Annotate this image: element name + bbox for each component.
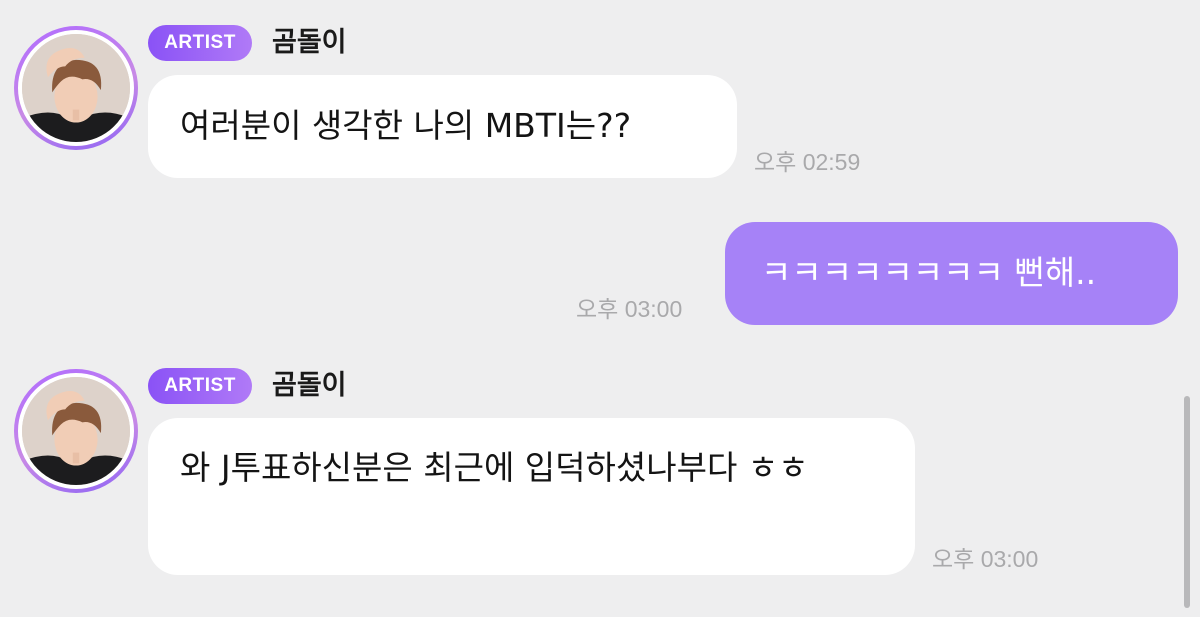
sender-name: 곰돌이 bbox=[272, 27, 347, 58]
artist-badge: ARTIST bbox=[148, 25, 252, 61]
artist-profile-photo-icon bbox=[18, 30, 134, 146]
message-text: 와 J투표하신분은 최근에 입덕하셨나부다 ㅎㅎ bbox=[180, 448, 809, 487]
artist-profile-photo-icon bbox=[18, 373, 134, 489]
message-bubble[interactable]: 와 J투표하신분은 최근에 입덕하셨나부다 ㅎㅎ bbox=[148, 418, 915, 575]
artist-avatar[interactable] bbox=[14, 26, 138, 150]
artist-avatar[interactable] bbox=[14, 369, 138, 493]
message-bubble[interactable]: 여러분이 생각한 나의 MBTI는?? bbox=[148, 75, 737, 178]
my-message-bubble[interactable]: ㅋㅋㅋㅋㅋㅋㅋㅋ 뻔해.. bbox=[725, 222, 1178, 325]
message-timestamp: 오후 03:00 bbox=[932, 546, 1039, 572]
sender-name: 곰돌이 bbox=[272, 370, 347, 401]
message-timestamp: 오후 02:59 bbox=[754, 149, 861, 175]
message-text: ㅋㅋㅋㅋㅋㅋㅋㅋ 뻔해.. bbox=[761, 253, 1097, 292]
message-text: 여러분이 생각한 나의 MBTI는?? bbox=[180, 106, 632, 145]
message-timestamp: 오후 03:00 bbox=[576, 296, 683, 322]
scrollbar[interactable] bbox=[1184, 396, 1190, 608]
artist-badge: ARTIST bbox=[148, 368, 252, 404]
